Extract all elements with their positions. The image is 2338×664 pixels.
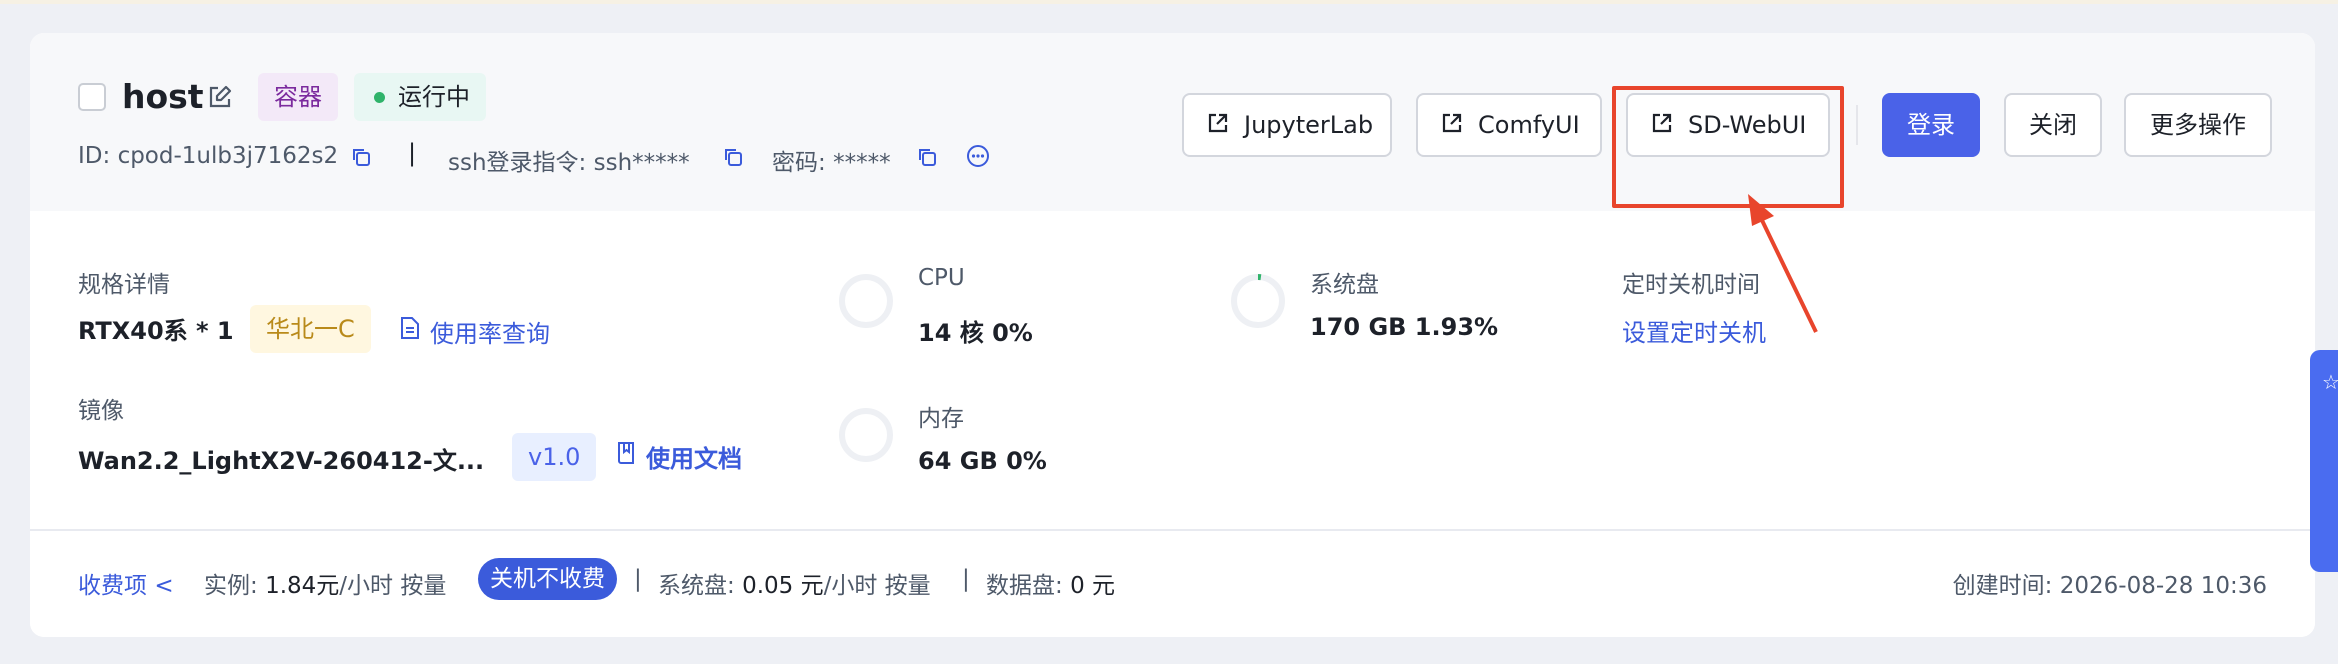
spec-value: RTX40系 * 1 — [78, 317, 234, 345]
external-link-icon — [1206, 111, 1230, 135]
shutdown-button[interactable]: 关闭 — [2004, 93, 2102, 157]
free-when-off-badge: 关机不收费 — [478, 558, 617, 600]
more-info-icon[interactable] — [966, 144, 990, 168]
comfyui-label: ComfyUI — [1478, 111, 1580, 139]
datadisk-price: 数据盘: 0 元 — [986, 566, 1115, 600]
status-badge: 运行中 — [354, 73, 486, 121]
comfyui-button[interactable]: ComfyUI — [1416, 93, 1602, 157]
login-button[interactable]: 登录 — [1882, 93, 1980, 157]
copy-password-icon[interactable] — [916, 146, 938, 168]
cpu-value: 14 核 0% — [918, 319, 1033, 347]
version-tag: v1.0 — [512, 433, 597, 481]
button-divider — [1856, 105, 1858, 145]
instance-card: host 容器 运行中 ID: cpod-1ulb3j7162s2 | ssh登… — [30, 33, 2315, 637]
more-actions-button[interactable]: 更多操作 — [2124, 93, 2272, 157]
memory-usage-ring — [838, 407, 894, 463]
chevron-left-icon: < — [154, 573, 174, 599]
id-value: cpod-1ulb3j7162s2 — [117, 143, 339, 169]
top-strip — [0, 0, 2338, 4]
billing-label: 收费项 — [78, 573, 147, 599]
document-icon — [400, 316, 420, 340]
created-time: 创建时间: 2026-08-28 10:36 — [1952, 573, 2267, 599]
disk-price-value: 0.05 元 — [742, 573, 824, 599]
status-dot-icon — [374, 92, 385, 103]
disk-value: 170 GB 1.93% — [1310, 313, 1499, 341]
password-label: 密码: — [772, 150, 826, 176]
ssh-value: ssh***** — [593, 150, 690, 176]
instance-price-value: 1.84元 — [265, 573, 340, 599]
password-value: ***** — [833, 150, 891, 176]
memory-value: 64 GB 0% — [918, 447, 1047, 475]
edit-icon[interactable] — [206, 83, 234, 111]
select-checkbox[interactable] — [78, 83, 106, 111]
side-tab-icon: ☆ — [2322, 370, 2338, 394]
side-feedback-tab[interactable]: ☆ — [2310, 350, 2338, 572]
cpu-label: CPU — [918, 265, 965, 291]
copy-id-icon[interactable] — [350, 146, 372, 168]
copy-ssh-icon[interactable] — [722, 146, 744, 168]
memory-label: 内存 — [918, 406, 964, 432]
docs-link[interactable]: 使用文档 — [646, 439, 742, 474]
container-type-tag: 容器 — [258, 73, 338, 121]
region-tag: 华北一C — [250, 305, 371, 353]
instance-id: ID: cpod-1ulb3j7162s2 — [78, 143, 338, 169]
datadisk-price-label: 数据盘: — [986, 573, 1063, 599]
disk-price-label: 系统盘: — [658, 573, 735, 599]
disk-price-unit: /小时 按量 — [823, 573, 931, 599]
jupyterlab-label: JupyterLab — [1244, 111, 1374, 139]
disk-label: 系统盘 — [1310, 272, 1379, 298]
footer-separator: | — [634, 566, 642, 592]
image-label: 镜像 — [78, 398, 124, 424]
instance-price-label: 实例: — [204, 573, 258, 599]
instance-price: 实例: 1.84元/小时 按量 — [204, 566, 446, 600]
password: 密码: ***** — [772, 143, 891, 177]
datadisk-price-value: 0 元 — [1070, 573, 1116, 599]
external-link-icon — [1440, 111, 1464, 135]
image-value: Wan2.2_LightX2V-260412-文... — [78, 447, 485, 475]
cpu-usage-ring — [838, 273, 894, 329]
ssh-command: ssh登录指令: ssh***** — [448, 143, 690, 177]
ssh-label: ssh登录指令: — [448, 150, 587, 176]
billing-toggle[interactable]: 收费项 < — [78, 566, 174, 600]
status-text: 运行中 — [398, 83, 470, 111]
footer-separator: | — [962, 566, 970, 592]
jupyterlab-button[interactable]: JupyterLab — [1182, 93, 1392, 157]
id-label: ID: — [78, 143, 111, 169]
spec-label: 规格详情 — [78, 272, 170, 298]
disk-price: 系统盘: 0.05 元/小时 按量 — [658, 566, 931, 600]
usage-query-link[interactable]: 使用率查询 — [430, 314, 550, 349]
book-icon — [616, 441, 636, 465]
host-name: host — [122, 77, 204, 116]
meta-separator: | — [408, 139, 417, 167]
annotation-arrow — [1740, 190, 1830, 340]
disk-usage-ring — [1230, 273, 1286, 329]
instance-price-unit: /小时 按量 — [339, 573, 447, 599]
